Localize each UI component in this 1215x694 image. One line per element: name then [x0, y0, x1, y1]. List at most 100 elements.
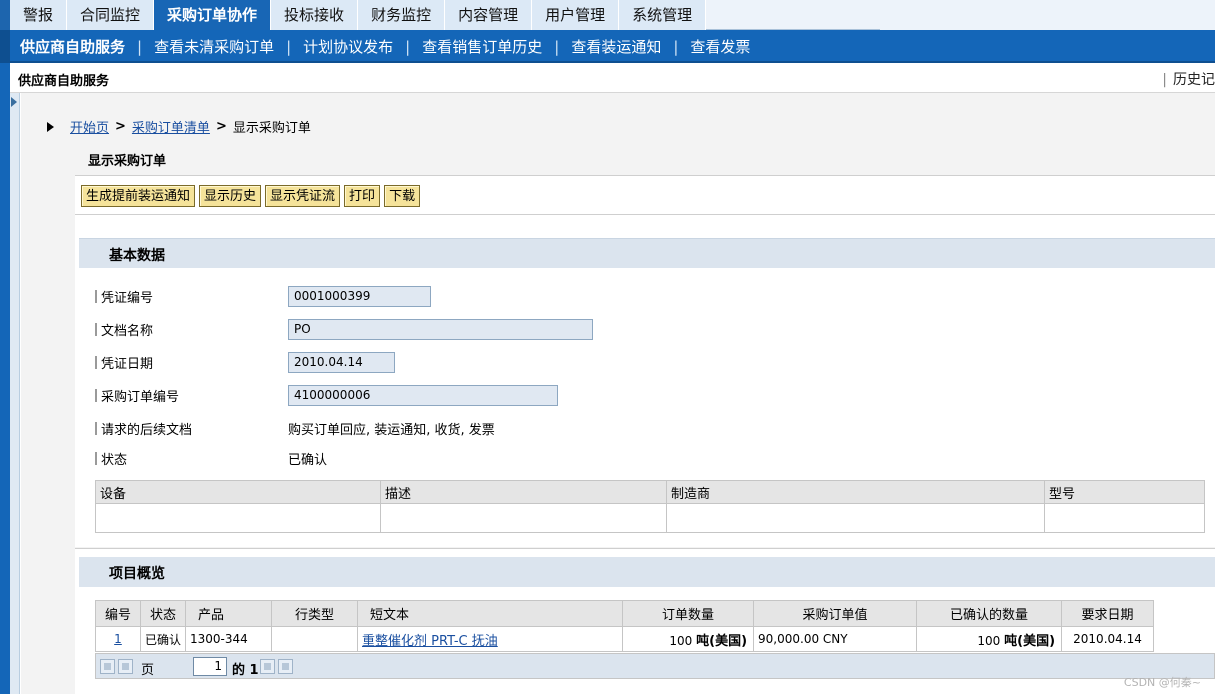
table-pager: 页 1 的 1: [95, 653, 1215, 679]
breadcrumb-separator: >: [215, 119, 227, 134]
table-row: 1 已确认 1300-344 重整催化剂 PRT-C 抚油 100 吨(美国) …: [95, 626, 1155, 652]
doc-name-value: PO: [288, 318, 593, 340]
subnav-separator: |: [673, 37, 679, 56]
doc-number-label: 凭证编号: [101, 290, 154, 306]
top-navigation: 警报 合同监控 采购订单协作 投标接收 财务监控 内容管理 用户管理 系统管理: [0, 0, 1215, 30]
previous-page-icon[interactable]: [118, 659, 133, 674]
tab-contract-monitoring[interactable]: 合同监控: [67, 0, 155, 30]
equipment-col-device: 设备: [95, 480, 381, 504]
field-doc-name: 文档名称 PO: [95, 318, 593, 340]
subnav-separator: |: [137, 37, 143, 56]
item-po-value: 90,000.00 CNY: [753, 626, 918, 652]
item-short-text-link[interactable]: 重整催化剂 PRT-C 抚油: [362, 634, 498, 649]
col-number: 编号: [95, 600, 141, 627]
page-title: 供应商自助服务: [18, 74, 110, 89]
equipment-header-row: 设备 描述 制造商 型号: [95, 480, 1205, 504]
item-type: [271, 626, 359, 652]
subnav-separator: |: [405, 37, 411, 56]
page-total-value: 1: [249, 663, 259, 678]
followup-docs-value: 购买订单回应, 装运通知, 收货, 发票: [288, 422, 495, 438]
doc-name-label: 文档名称: [101, 323, 154, 339]
page-number-input[interactable]: 1: [193, 657, 227, 676]
followup-docs-label: 请求的后续文档: [101, 422, 193, 438]
first-page-icon[interactable]: [100, 659, 115, 674]
basic-data-header: 基本数据: [79, 238, 1215, 268]
left-frame-strip: [0, 63, 10, 694]
equipment-col-manufacturer: 制造商: [666, 480, 1045, 504]
tab-user-management[interactable]: 用户管理: [532, 0, 620, 30]
item-order-qty-number: 100: [669, 633, 693, 648]
history-link[interactable]: | 历史记: [1162, 69, 1215, 89]
item-order-qty-unit: 吨(美国): [696, 633, 748, 649]
item-product: 1300-344: [185, 626, 273, 652]
col-product: 产品: [185, 600, 273, 627]
action-toolbar: 生成提前装运通知 显示历史 显示凭证流 打印 下载: [75, 175, 1215, 215]
history-divider: |: [1162, 72, 1167, 88]
subnav-sales-order-history[interactable]: 查看销售订单历史: [422, 36, 542, 57]
breadcrumb-separator: >: [115, 119, 126, 134]
item-number-link[interactable]: 1: [114, 632, 122, 646]
field-doc-number: 凭证编号 0001000399: [95, 285, 431, 307]
item-status: 已确认: [139, 626, 187, 652]
col-short-text: 短文本: [357, 600, 624, 627]
item-confirmed-qty-number: 100: [977, 633, 1001, 648]
watermark: CSDN @何秦~: [1123, 676, 1201, 689]
last-page-icon[interactable]: [278, 659, 293, 674]
next-page-icon[interactable]: [260, 659, 275, 674]
create-asn-button[interactable]: 生成提前装运通知: [81, 185, 196, 207]
breadcrumb-home-link[interactable]: 开始页: [70, 117, 109, 136]
page-of-label: 的: [232, 663, 246, 678]
item-required-date: 2010.04.14: [1061, 626, 1155, 652]
equipment-table: 设备 描述 制造商 型号: [95, 480, 1205, 533]
tab-bid-receiving[interactable]: 投标接收: [271, 0, 359, 30]
items-overview-header: 项目概览: [79, 557, 1215, 587]
sub-nav-left-strip: [0, 30, 10, 63]
breadcrumb-current: 显示采购订单: [232, 121, 311, 136]
basic-data-panel: 基本数据 凭证编号 0001000399 文档名称 PO 凭证日期 2010.0…: [75, 215, 1215, 547]
col-required-date: 要求日期: [1061, 600, 1155, 627]
page-label: 页: [141, 663, 155, 678]
top-nav-tabs: 警报 合同监控 采购订单协作 投标接收 财务监控 内容管理 用户管理 系统管理: [10, 0, 707, 30]
col-order-qty: 订单数量: [622, 600, 755, 627]
item-order-qty: 100 吨(美国): [622, 626, 755, 652]
item-confirmed-qty: 100 吨(美国): [916, 626, 1063, 652]
field-po-number: 采购订单编号 4100000006: [95, 384, 558, 406]
navigation-panel-toggle[interactable]: [10, 93, 20, 694]
equipment-empty-row: [95, 503, 1205, 533]
subnav-open-pos[interactable]: 查看未清采购订单: [154, 36, 274, 57]
field-doc-date: 凭证日期 2010.04.14: [95, 351, 395, 373]
breadcrumb-po-list-link[interactable]: 采购订单清单: [132, 117, 210, 136]
items-header-row: 编号 状态 产品 行类型 短文本 订单数量 采购订单值 已确认的数量 要求日期: [95, 600, 1155, 627]
breadcrumb-arrow-icon: [47, 121, 54, 132]
doc-date-value: 2010.04.14: [288, 351, 395, 373]
tab-po-collaboration[interactable]: 采购订单协作: [154, 0, 272, 30]
show-document-flow-button[interactable]: 显示凭证流: [265, 185, 341, 207]
print-button[interactable]: 打印: [344, 185, 381, 207]
field-status: 状态 已确认: [95, 447, 327, 469]
col-item-type: 行类型: [271, 600, 359, 627]
top-nav-left-strip: [0, 0, 10, 30]
subnav-schedule-agreement[interactable]: 计划协议发布: [303, 36, 393, 57]
col-confirmed-qty: 已确认的数量: [916, 600, 1063, 627]
show-history-button[interactable]: 显示历史: [199, 185, 262, 207]
subnav-shipping-notices[interactable]: 查看装运通知: [571, 36, 661, 57]
tab-content-management[interactable]: 内容管理: [445, 0, 533, 30]
tab-system-management[interactable]: 系统管理: [619, 0, 707, 30]
subnav-invoices[interactable]: 查看发票: [690, 36, 750, 57]
main-content: 开始页 > 采购订单清单 > 显示采购订单 显示采购订单 生成提前装运通知 显示…: [21, 93, 1215, 694]
col-status: 状态: [139, 600, 187, 627]
items-overview-panel: 项目概览 编号 状态 产品 行类型 短文本 订单数量 采购订单值 已确认的数量 …: [75, 548, 1215, 694]
page-total: 的 1: [232, 659, 259, 678]
subnav-separator: |: [554, 37, 560, 56]
sub-navigation: 供应商自助服务 | 查看未清采购订单 | 计划协议发布 | 查看销售订单历史 |…: [0, 30, 1215, 63]
subnav-supplier-self-service[interactable]: 供应商自助服务: [20, 36, 125, 57]
tab-finance-monitoring[interactable]: 财务监控: [358, 0, 446, 30]
history-label: 历史记: [1173, 72, 1215, 88]
tab-alerts[interactable]: 警报: [10, 0, 68, 30]
equipment-col-description: 描述: [380, 480, 667, 504]
col-po-value: 采购订单值: [753, 600, 918, 627]
expand-arrow-icon: [11, 97, 17, 107]
doc-date-label: 凭证日期: [101, 356, 154, 372]
subnav-separator: |: [286, 37, 292, 56]
download-button[interactable]: 下载: [384, 185, 421, 207]
